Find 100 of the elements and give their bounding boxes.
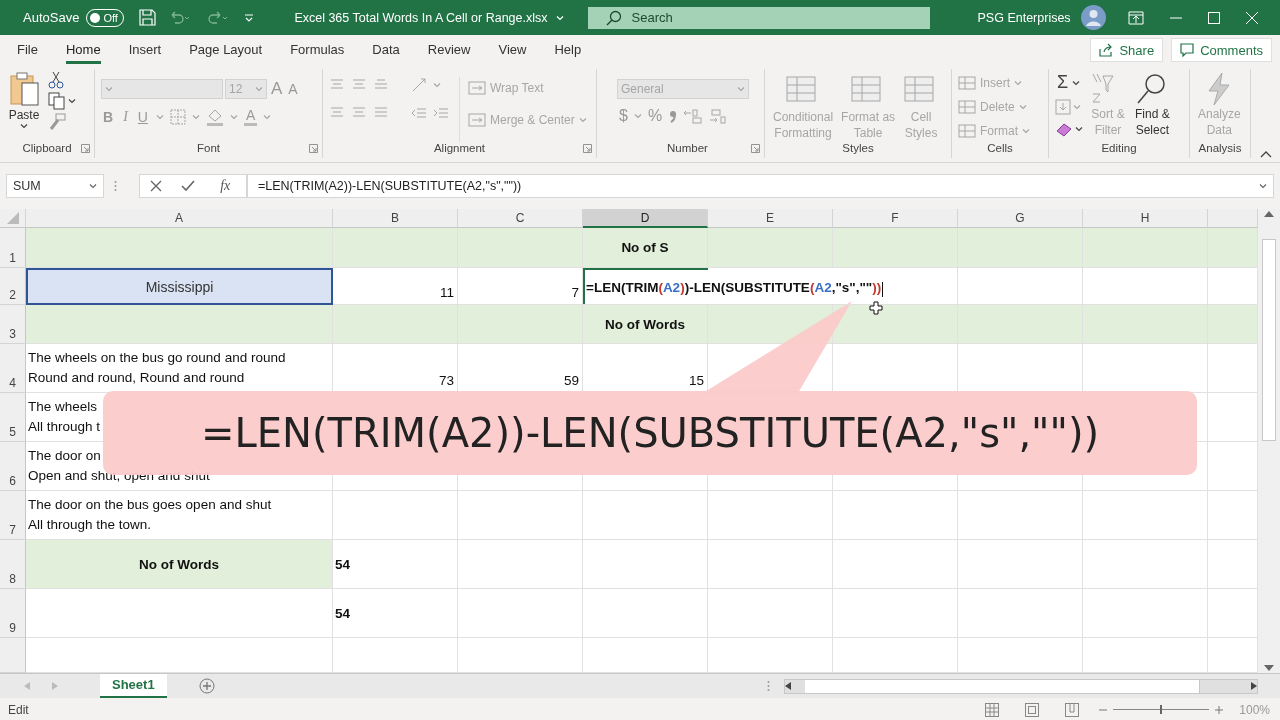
- row-header[interactable]: 4: [0, 344, 26, 393]
- search-field[interactable]: Search: [587, 6, 930, 29]
- row-header[interactable]: 8: [0, 540, 26, 589]
- column-header[interactable]: H: [1083, 209, 1208, 228]
- avatar-icon[interactable]: [1080, 5, 1106, 30]
- scroll-up-icon[interactable]: [1264, 211, 1274, 217]
- save-icon[interactable]: [139, 9, 157, 26]
- share-button[interactable]: Share: [1090, 38, 1164, 62]
- font-name-field[interactable]: [101, 79, 223, 99]
- redo-icon[interactable]: [206, 9, 229, 26]
- comma-style-icon[interactable]: [668, 108, 679, 124]
- paste-button[interactable]: Paste: [6, 71, 42, 142]
- zoom-slider-thumb[interactable]: [1160, 705, 1163, 714]
- comments-button[interactable]: Comments: [1171, 38, 1272, 62]
- row-header[interactable]: 7: [0, 491, 26, 540]
- borders-icon[interactable]: [169, 109, 186, 125]
- fill-down-icon[interactable]: [1055, 99, 1071, 115]
- column-header[interactable]: F: [833, 209, 958, 228]
- ribbon-tab[interactable]: Data: [372, 36, 400, 64]
- table-cell: Mississippi: [26, 268, 333, 305]
- autosum-button[interactable]: Σ: [1055, 72, 1071, 93]
- ribbon-display-icon[interactable]: [1127, 10, 1144, 25]
- next-sheet-icon[interactable]: [52, 682, 58, 690]
- ribbon-tab[interactable]: Insert: [128, 36, 162, 64]
- dialog-launcher-icon[interactable]: [81, 144, 90, 153]
- row-header[interactable]: [0, 638, 26, 673]
- move-cursor-icon: [869, 301, 883, 315]
- collapse-ribbon-icon[interactable]: [1260, 150, 1272, 158]
- ribbon-tab[interactable]: View: [498, 36, 527, 64]
- group-label: Styles: [841, 142, 875, 156]
- column-header[interactable]: E: [708, 209, 833, 228]
- row-header[interactable]: 9: [0, 589, 26, 638]
- column-header[interactable]: B: [333, 209, 458, 228]
- insert-function-button[interactable]: fx: [214, 177, 237, 195]
- previous-sheet-icon[interactable]: [24, 682, 30, 690]
- enter-icon[interactable]: [180, 180, 195, 192]
- table-icon: [958, 123, 976, 139]
- brush-icon[interactable]: [48, 113, 66, 131]
- page-break-icon[interactable]: [1065, 702, 1080, 717]
- ribbon-tab[interactable]: Help: [554, 36, 582, 64]
- dialog-launcher-icon[interactable]: [751, 144, 760, 153]
- clipboard-icon: [8, 71, 40, 107]
- page-layout-icon[interactable]: [1025, 702, 1040, 717]
- table-cell: No of S: [583, 228, 708, 268]
- fill-color-icon[interactable]: [205, 108, 224, 126]
- increase-decimal-icon[interactable]: [682, 108, 705, 124]
- scroll-right-icon[interactable]: [1251, 682, 1257, 690]
- close-icon[interactable]: [1245, 11, 1258, 24]
- caret-icon[interactable]: [89, 183, 97, 189]
- row-header[interactable]: 6: [0, 442, 26, 491]
- maximize-icon[interactable]: [1207, 11, 1220, 24]
- row-header[interactable]: 1: [0, 228, 26, 268]
- dialog-launcher-icon[interactable]: [583, 144, 592, 153]
- customize-icon[interactable]: [244, 12, 255, 23]
- column-header[interactable]: D: [583, 209, 708, 228]
- file-name[interactable]: Excel 365 Total Words In A Cell or Range.xlsx: [294, 10, 564, 25]
- table-cell: 54: [333, 589, 458, 638]
- caret-icon[interactable]: [68, 98, 76, 104]
- name-box[interactable]: SUM: [6, 174, 104, 198]
- group-label: Number: [666, 142, 709, 156]
- ribbon-tab[interactable]: Page Layout: [189, 36, 263, 64]
- formula-field[interactable]: =LEN(TRIM(A2))-LEN(SUBSTITUTE(A2,"s","")): [247, 174, 1274, 198]
- ribbon-button[interactable]: Find & Select: [1133, 72, 1172, 142]
- increase-indent-icon[interactable]: [433, 105, 449, 121]
- cancel-icon[interactable]: [149, 180, 162, 192]
- row-header[interactable]: 3: [0, 305, 26, 344]
- scrollbar-thumb[interactable]: [805, 679, 1200, 693]
- column-header[interactable]: [1208, 209, 1258, 228]
- decrease-indent-icon[interactable]: [411, 105, 427, 121]
- table-cell: [1208, 305, 1258, 344]
- zoom-in-icon[interactable]: [1215, 705, 1224, 714]
- ribbon-tab[interactable]: File: [17, 36, 38, 64]
- eraser-icon[interactable]: [1055, 121, 1073, 137]
- normal-view-icon[interactable]: [985, 702, 1000, 717]
- ribbon-tab[interactable]: Review: [427, 36, 471, 64]
- caret-icon[interactable]: [1075, 126, 1083, 132]
- group-label: Cells: [986, 142, 1014, 156]
- drag-handle-icon: [114, 180, 117, 192]
- scroll-left-icon[interactable]: [785, 682, 791, 690]
- scroll-down-icon[interactable]: [1264, 665, 1274, 671]
- cut-icon[interactable]: [48, 71, 64, 89]
- autosave-label: AutoSave: [23, 10, 80, 25]
- user-name: PSG Enterprises: [977, 10, 1071, 25]
- ribbon-tab[interactable]: Formulas: [290, 36, 345, 64]
- caret-icon[interactable]: [20, 123, 28, 129]
- column-header[interactable]: C: [458, 209, 583, 228]
- row-header[interactable]: 2: [0, 268, 26, 305]
- row-header[interactable]: 5: [0, 393, 26, 442]
- column-header[interactable]: A: [26, 209, 333, 228]
- scrollbar-thumb[interactable]: [1262, 239, 1276, 441]
- group-label: Analysis: [1197, 142, 1243, 156]
- copy-icon[interactable]: [48, 92, 66, 110]
- sheet-tab[interactable]: Sheet1: [100, 673, 167, 698]
- table-cell: No of Words: [26, 540, 333, 589]
- caret-icon[interactable]: [1259, 183, 1267, 189]
- add-sheet-icon[interactable]: [198, 678, 215, 694]
- column-header[interactable]: G: [958, 209, 1083, 228]
- orientation-icon[interactable]: [411, 77, 427, 93]
- dialog-launcher-icon[interactable]: [309, 144, 318, 153]
- caret-icon[interactable]: [1072, 79, 1081, 86]
